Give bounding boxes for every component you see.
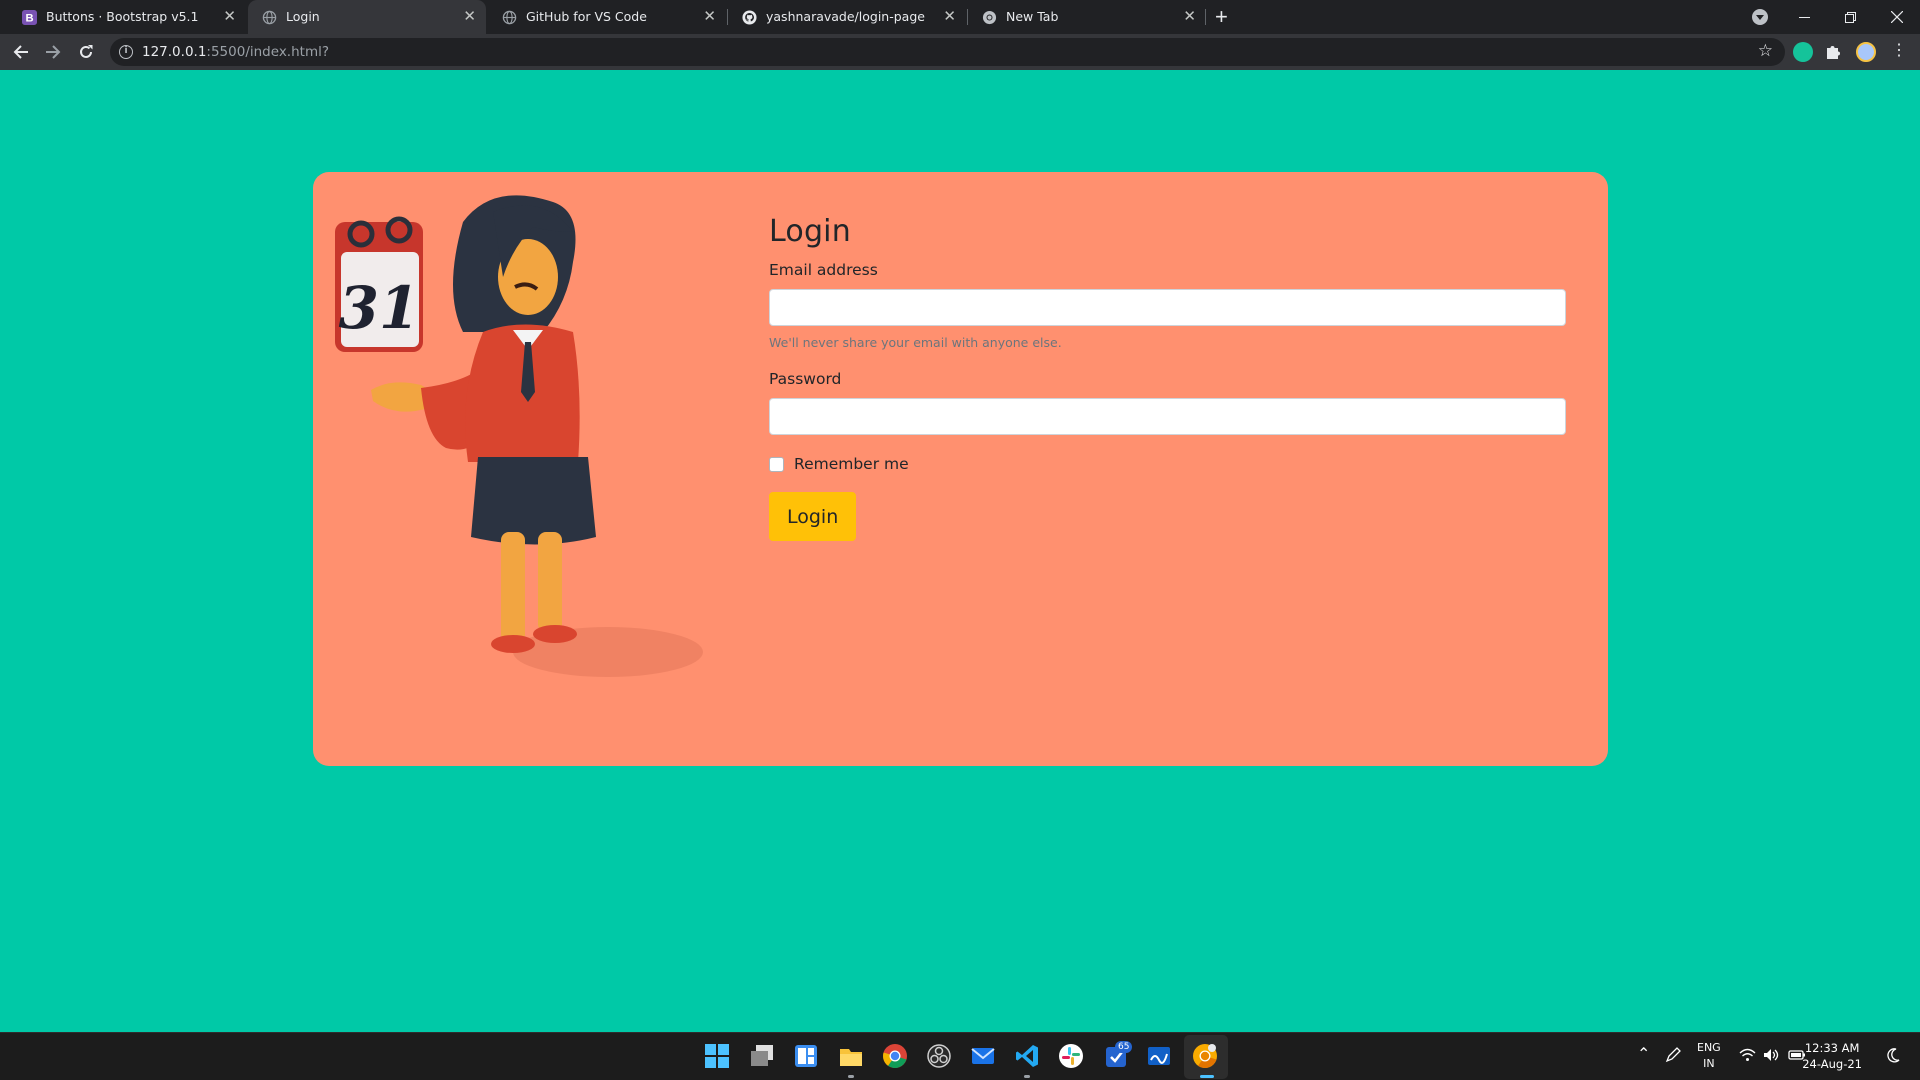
- github-icon: [742, 10, 757, 25]
- tab-github-repo[interactable]: yashnaravade/login-page ✕: [728, 0, 966, 34]
- close-icon[interactable]: ✕: [1183, 7, 1196, 25]
- grammarly-extension-icon[interactable]: [1793, 42, 1813, 62]
- chevron-up-icon[interactable]: ⌃: [1637, 1044, 1650, 1064]
- running-indicator: [848, 1075, 854, 1078]
- email-label: Email address: [769, 261, 878, 279]
- reload-icon: [80, 45, 93, 58]
- tab-login[interactable]: Login ✕: [248, 0, 486, 34]
- bootstrap-icon: B: [22, 10, 37, 25]
- extensions-puzzle-icon[interactable]: [1824, 43, 1842, 61]
- windows-start-icon[interactable]: [704, 1043, 730, 1069]
- reload-button[interactable]: [74, 40, 98, 64]
- globe-icon: [502, 10, 517, 25]
- vscode-icon[interactable]: [1014, 1043, 1040, 1069]
- focus-moon-icon[interactable]: [1885, 1047, 1901, 1063]
- close-icon: [1890, 11, 1903, 23]
- close-icon[interactable]: ✕: [223, 7, 236, 25]
- password-label: Password: [769, 370, 842, 388]
- address-url: 127.0.0.1:5500/index.html?: [142, 44, 329, 60]
- close-icon[interactable]: ✕: [463, 7, 476, 25]
- address-bar[interactable]: i 127.0.0.1:5500/index.html? ☆: [110, 38, 1785, 66]
- svg-text:B: B: [25, 13, 33, 25]
- arrow-right-icon: [46, 45, 61, 59]
- language-indicator[interactable]: ENG IN: [1697, 1040, 1721, 1072]
- woman-calendar-illustration: 31: [335, 195, 703, 677]
- restore-button[interactable]: [1828, 0, 1873, 34]
- chrome-canary-icon[interactable]: [1192, 1043, 1218, 1069]
- page-title: Login: [769, 214, 851, 249]
- obs-icon[interactable]: [926, 1043, 952, 1069]
- email-help-text: We'll never share your email with anyone…: [769, 335, 1062, 350]
- login-form: Login Email address We'll never share yo…: [769, 214, 1569, 541]
- login-card: 31 Login Email address We'll never share…: [313, 172, 1608, 766]
- tab-separator: [1205, 9, 1206, 25]
- region-code: IN: [1703, 1057, 1715, 1070]
- windows-taskbar: 65 ⌃ ENG IN 12:33 AM 24-Aug-21: [0, 1032, 1920, 1080]
- wifi-icon[interactable]: [1739, 1048, 1756, 1062]
- notification-badge: 65: [1115, 1041, 1133, 1053]
- tab-title: yashnaravade/login-page: [766, 9, 925, 24]
- mail-icon[interactable]: [970, 1043, 996, 1069]
- calendar-day: 31: [339, 274, 420, 342]
- clock-date: 24-Aug-21: [1802, 1057, 1862, 1071]
- whiteboard-icon[interactable]: [1146, 1043, 1172, 1069]
- minimize-button[interactable]: [1782, 0, 1827, 34]
- minimize-icon: [1799, 16, 1810, 18]
- widgets-icon[interactable]: [793, 1043, 819, 1069]
- chrome-icon: [982, 10, 997, 25]
- running-indicator: [1024, 1075, 1030, 1078]
- task-view-icon[interactable]: [749, 1043, 775, 1069]
- clock-time: 12:33 AM: [1804, 1041, 1860, 1055]
- system-clock[interactable]: 12:33 AM 24-Aug-21: [1802, 1040, 1862, 1072]
- restore-icon: [1845, 11, 1856, 23]
- close-window-button[interactable]: [1874, 0, 1919, 34]
- remember-me-checkbox[interactable]: [769, 456, 784, 472]
- active-indicator: [1200, 1075, 1214, 1078]
- remember-me-row[interactable]: Remember me: [769, 455, 1569, 473]
- language-code: ENG: [1697, 1041, 1721, 1054]
- volume-icon[interactable]: [1763, 1048, 1780, 1062]
- arrow-left-icon: [13, 45, 28, 59]
- puzzle-icon: [1827, 46, 1840, 59]
- forward-button[interactable]: [41, 40, 65, 64]
- url-host: 127.0.0.1: [142, 44, 207, 60]
- email-field[interactable]: [769, 289, 1566, 326]
- info-icon[interactable]: i: [119, 45, 133, 59]
- login-button[interactable]: Login: [769, 492, 857, 541]
- tab-bootstrap[interactable]: B Buttons · Bootstrap v5.1 ✕: [8, 0, 246, 34]
- bookmark-star-icon[interactable]: ☆: [1758, 41, 1773, 61]
- tab-title: Buttons · Bootstrap v5.1: [46, 9, 199, 24]
- tab-search-button[interactable]: [1752, 9, 1768, 25]
- back-button[interactable]: [9, 40, 33, 64]
- tab-title: Login: [286, 9, 320, 24]
- menu-kebab-icon[interactable]: ⋮: [1891, 40, 1907, 60]
- tab-title: New Tab: [1006, 9, 1059, 24]
- close-icon[interactable]: ✕: [943, 7, 956, 25]
- browser-toolbar: i 127.0.0.1:5500/index.html? ☆ ⋮: [0, 34, 1920, 70]
- chrome-icon[interactable]: [882, 1043, 908, 1069]
- close-icon[interactable]: ✕: [703, 7, 716, 25]
- slack-icon[interactable]: [1058, 1043, 1084, 1069]
- pen-icon[interactable]: [1664, 1046, 1682, 1064]
- tab-strip: B Buttons · Bootstrap v5.1 ✕ Login ✕ Git…: [0, 0, 1920, 34]
- new-tab-button[interactable]: +: [1215, 4, 1228, 30]
- password-field[interactable]: [769, 398, 1566, 435]
- tab-title: GitHub for VS Code: [526, 9, 647, 24]
- tab-new-tab[interactable]: New Tab ✕: [968, 0, 1206, 34]
- url-path: :5500/index.html?: [206, 44, 330, 60]
- file-explorer-icon[interactable]: [838, 1043, 864, 1069]
- profile-avatar[interactable]: [1856, 42, 1876, 62]
- remember-me-label: Remember me: [794, 455, 909, 473]
- tab-github-vscode[interactable]: GitHub for VS Code ✕: [488, 0, 726, 34]
- globe-icon: [262, 10, 277, 25]
